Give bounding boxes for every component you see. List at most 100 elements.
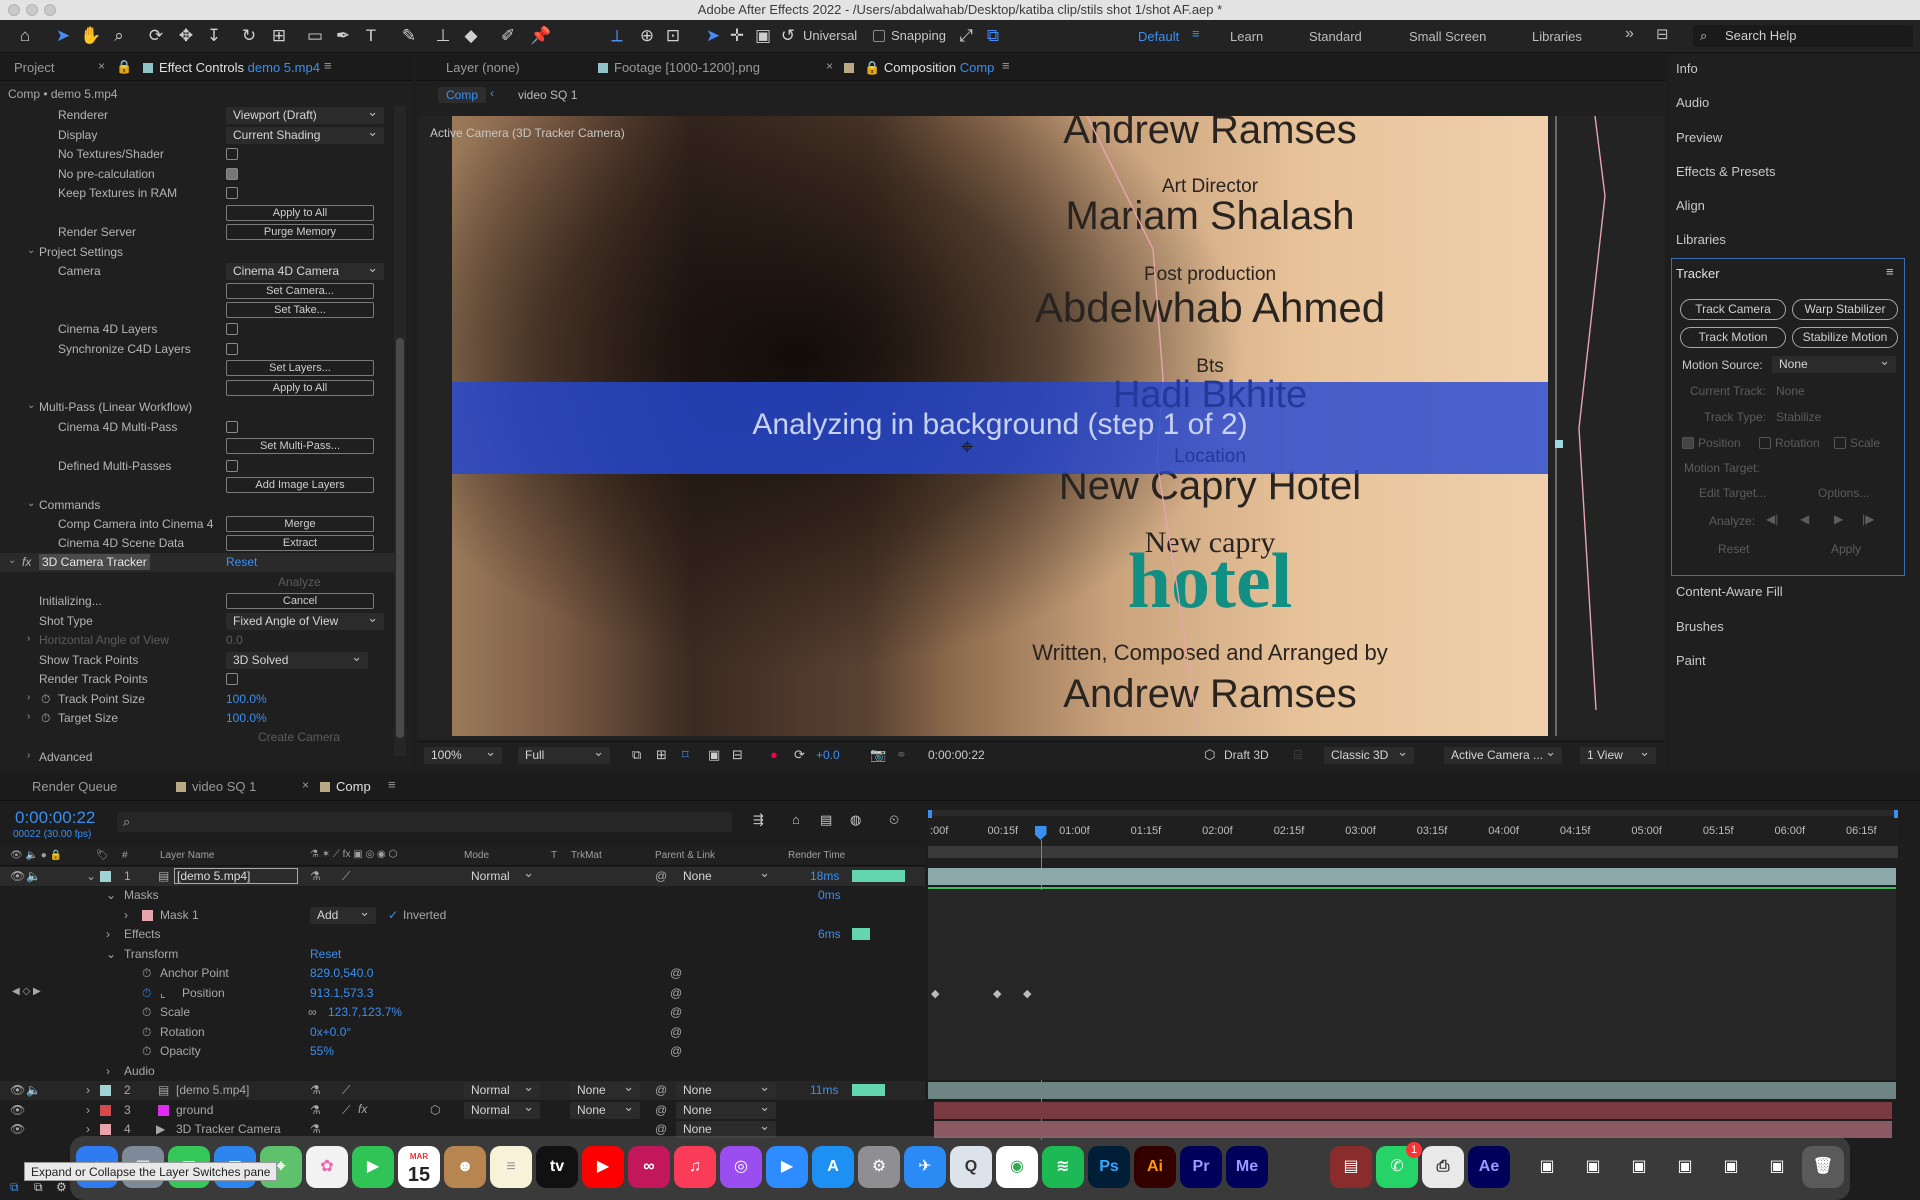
set-camera-button[interactable]: Set Camera...	[226, 283, 374, 299]
zoom-window-button[interactable]	[44, 4, 56, 16]
media-encoder-icon[interactable]: Me	[1226, 1146, 1268, 1188]
clone-stamp-tool-icon[interactable]: ⊥	[432, 25, 454, 47]
layer-switches-toggle-icon[interactable]: ⧉	[10, 1180, 19, 1195]
apple-tv-icon[interactable]: tv	[536, 1146, 578, 1188]
trkmat-dropdown[interactable]: None	[570, 1078, 640, 1099]
close-tab-icon[interactable]: ×	[98, 59, 105, 73]
chevron-down-icon[interactable]: ⌄	[27, 498, 35, 509]
ec-advanced-row[interactable]: › Advanced	[0, 748, 395, 767]
inverted-checkbox[interactable]: ✓	[388, 908, 398, 922]
layer-name[interactable]: ground	[176, 1103, 213, 1117]
layer-name[interactable]: 3D Tracker Camera	[176, 1122, 281, 1136]
renderer-dropdown[interactable]: Viewport (Draft)	[226, 103, 384, 124]
workspace-standard[interactable]: Standard	[1309, 29, 1362, 44]
set-layers-button[interactable]: Set Layers...	[226, 360, 374, 376]
renderer-mode-dropdown[interactable]: Classic 3D	[1324, 743, 1414, 764]
expression-pickwhip-icon[interactable]: @	[670, 966, 682, 980]
motion-blur-icon[interactable]: ⏲	[889, 812, 899, 828]
workspace-panel-icon[interactable]: ⊟	[1656, 25, 1669, 43]
panel-menu-icon[interactable]: ≡	[324, 58, 332, 73]
layer-row-3[interactable]: 👁 › 3 ground ⚗ ⟋ fx ⬡ Normal None @ None	[0, 1098, 925, 1120]
pick-whip-icon[interactable]: @	[655, 869, 667, 883]
keyframe-2[interactable]: ◆	[993, 987, 1001, 1000]
ground-plane-icon[interactable]: ⌸	[1294, 747, 1302, 763]
opacity-row[interactable]: ⏱ Opacity 55% @	[0, 1042, 925, 1061]
add-image-layers-button[interactable]: Add Image Layers	[226, 477, 374, 493]
tab-footage[interactable]: Footage [1000-1200].png	[598, 60, 760, 75]
chevron-right-icon[interactable]: ›	[27, 692, 30, 703]
tracker-reset-button[interactable]: Reset	[1718, 542, 1749, 556]
more-workspaces-icon[interactable]: »	[1625, 25, 1634, 43]
crumb-comp[interactable]: Comp	[438, 87, 487, 103]
defined-multipasses-checkbox[interactable]	[226, 460, 238, 472]
layer-label-color[interactable]	[100, 1085, 111, 1096]
apply-to-all-button[interactable]: Apply to All	[226, 205, 374, 221]
layer-handle[interactable]	[1555, 440, 1563, 448]
shy-switch-icon[interactable]: ⚗	[310, 1122, 321, 1136]
snapshot-icon[interactable]: 📷	[870, 747, 886, 763]
c4d-layers-checkbox[interactable]	[226, 323, 238, 335]
tracker-reset-link[interactable]: Reset	[226, 555, 257, 569]
sync-c4d-layers-checkbox[interactable]	[226, 343, 238, 355]
tab-effect-controls[interactable]: Effect Controls demo 5.mp4	[143, 60, 320, 75]
local-axis-mode-icon[interactable]: ⟂	[606, 25, 628, 47]
layer-row-2[interactable]: 👁 🔈 › 2 ▤ [demo 5.mp4] ⚗ ⟋ Normal None @…	[0, 1078, 925, 1100]
anchor-point-row[interactable]: ⏱ Anchor Point 829.0,540.0 @	[0, 964, 925, 983]
parent-dropdown[interactable]: None	[676, 1078, 776, 1099]
draft-3d-icon[interactable]: ⌂	[792, 812, 800, 827]
photoshop-icon[interactable]: Ps	[1088, 1146, 1130, 1188]
stabilize-motion-button[interactable]: Stabilize Motion	[1792, 327, 1898, 348]
panel-brushes[interactable]: Brushes	[1676, 619, 1724, 634]
recent-window-3-icon[interactable]: ▣	[1618, 1146, 1660, 1188]
minimize-window-button[interactable]	[26, 4, 38, 16]
compositon-mini-flowchart-icon[interactable]: ⇶	[753, 812, 764, 828]
anchor-point-value[interactable]: 829.0,540.0	[310, 966, 373, 980]
layer-label-color[interactable]	[100, 871, 111, 882]
layer-mode-dropdown[interactable]: Normal	[464, 1078, 540, 1099]
analyze-button[interactable]: Analyze	[278, 575, 321, 589]
expand-effects-icon[interactable]: ›	[106, 927, 110, 941]
3d-scale-icon[interactable]: ▣	[752, 25, 774, 47]
viewer-timecode[interactable]: 0:00:00:22	[928, 748, 985, 762]
3d-selection-icon[interactable]: ➤	[702, 25, 724, 47]
eye-icon[interactable]: 👁	[10, 1083, 25, 1097]
system-preferences-icon[interactable]: ⚙	[858, 1146, 900, 1188]
shy-switch-icon[interactable]: ⚗	[310, 1083, 321, 1097]
rotation-row[interactable]: ⏱ Rotation 0x+0.0° @	[0, 1023, 925, 1042]
display-dropdown[interactable]: Current Shading	[226, 123, 384, 144]
orbit-camera-tool-icon[interactable]: ⟳	[145, 25, 167, 47]
track-type-dropdown[interactable]: Stabilize	[1776, 410, 1821, 424]
panel-effects-presets[interactable]: Effects & Presets	[1676, 164, 1775, 179]
close-tab-icon[interactable]: ×	[302, 778, 309, 792]
audio-icon[interactable]: 🔈	[26, 1083, 41, 1097]
show-snapshot-icon[interactable]: ⚭	[896, 747, 907, 763]
camera-view-dropdown[interactable]: Active Camera ...	[1444, 743, 1562, 764]
contacts-icon[interactable]: ☻	[444, 1146, 486, 1188]
panel-paint[interactable]: Paint	[1676, 653, 1706, 668]
channel-icon[interactable]: ●	[770, 747, 778, 762]
ec-tracker-row[interactable]: ⌄ fx 3D Camera Tracker Reset	[0, 553, 395, 572]
keep-textures-checkbox[interactable]	[226, 187, 238, 199]
expand-masks-icon[interactable]: ⌄	[106, 888, 116, 902]
analyze-forward-1-icon[interactable]: |▶	[1862, 512, 1874, 526]
calendar-icon[interactable]: MAR 15	[398, 1146, 440, 1188]
zoom-dropdown[interactable]: 100%	[424, 743, 502, 764]
pan-camera-tool-icon[interactable]: ✥	[175, 25, 197, 47]
fx-switch-icon[interactable]: fx	[358, 1102, 367, 1116]
set-multipass-button[interactable]: Set Multi-Pass...	[226, 438, 374, 454]
snap-extend-icon[interactable]: ⤢	[955, 25, 977, 47]
tab-render-queue[interactable]: Render Queue	[32, 779, 117, 794]
masks-row[interactable]: ⌄ Masks 0ms	[0, 886, 925, 905]
crumb-video[interactable]: video SQ 1	[518, 88, 577, 102]
current-track-dropdown[interactable]: None	[1776, 384, 1805, 398]
expression-pickwhip-icon[interactable]: @	[670, 1005, 682, 1019]
no-textures-checkbox[interactable]	[226, 148, 238, 160]
cancel-button[interactable]: Cancel	[226, 593, 374, 609]
analyze-backward-icon[interactable]: ◀	[1800, 512, 1809, 526]
stopwatch-icon[interactable]: ⏱	[142, 966, 151, 981]
layer-row-1[interactable]: 👁 🔈 ⌄ 1 ▤ [demo 5.mp4] ⚗ ⟋ Normal @ None…	[0, 864, 925, 886]
warp-stabilizer-button[interactable]: Warp Stabilizer	[1792, 299, 1898, 320]
layer-3-duration-bar[interactable]	[934, 1102, 1892, 1119]
workspace-default[interactable]: Default	[1138, 29, 1179, 44]
quicktime-icon[interactable]: Q	[950, 1146, 992, 1188]
